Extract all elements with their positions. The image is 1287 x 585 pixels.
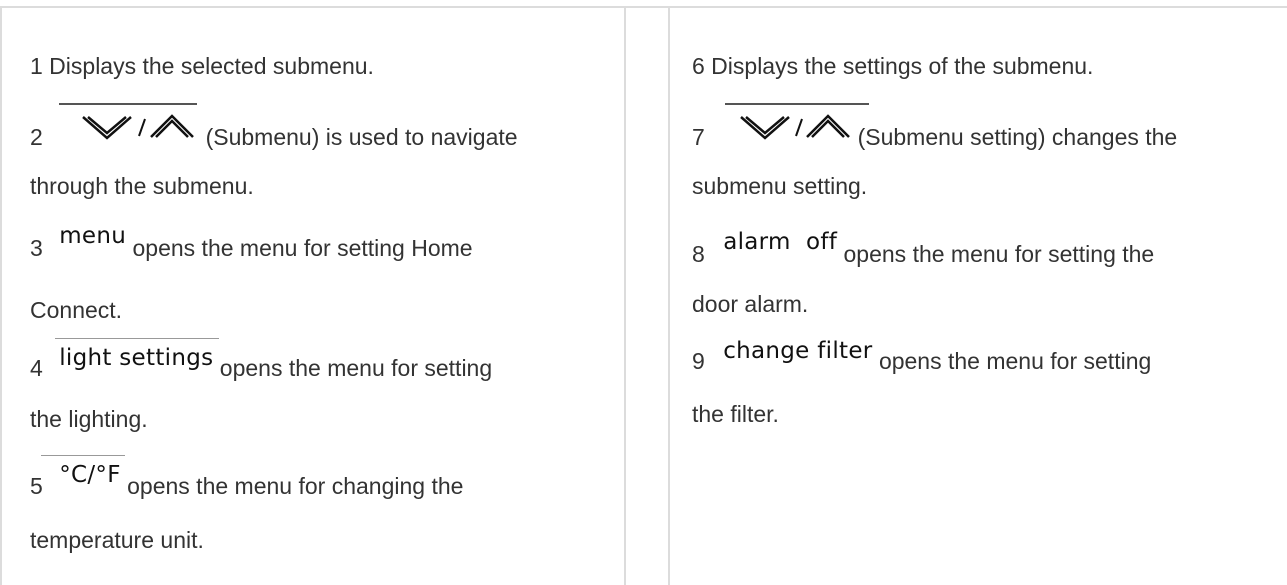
item-7-number: 7 (692, 124, 705, 150)
item-2-number: 2 (30, 124, 43, 150)
chevron-down-up-icon (715, 103, 870, 143)
item-9-text: opens the menu for setting (878, 348, 1152, 374)
light-settings-key-label: light settings (59, 345, 214, 371)
item-8: 8 alarm off opens the menu for setting t… (692, 229, 1154, 267)
item-2: 2 (Submenu) is used to navigate (30, 103, 518, 150)
item-2-text: (Submenu) is used to navigate (205, 124, 518, 150)
column-divider-left (624, 6, 626, 585)
column-divider-right (668, 6, 670, 585)
item-8-number: 8 (692, 241, 705, 267)
menu-key-label: menu (59, 223, 127, 249)
item-5-text: opens the menu for changing the (127, 473, 464, 499)
item-9-line2: the filter. (692, 401, 779, 427)
item-4-text: opens the menu for setting (219, 355, 493, 381)
item-5: 5 °C/°F opens the menu for changing the (30, 455, 463, 499)
item-3: 3 menu opens the menu for setting Home (30, 223, 473, 261)
item-8-text: opens the menu for setting the (843, 241, 1155, 267)
item-4: 4 light settings opens the menu for sett… (30, 338, 492, 381)
item-4-number: 4 (30, 355, 43, 381)
light-settings-key: light settings (55, 338, 220, 372)
item-5-number: 5 (30, 473, 43, 499)
item-7-line2: submenu setting. (692, 173, 868, 199)
item-5-line2: temperature unit. (30, 527, 204, 553)
chevron-down-up-icon (55, 103, 199, 143)
temperature-unit-key: °C/°F (41, 455, 125, 489)
item-2-line2: through the submenu. (30, 173, 254, 199)
item-3-line2: Connect. (30, 297, 123, 323)
item-3-number: 3 (30, 235, 43, 261)
item-1: 1 Displays the selected submenu. (30, 53, 374, 79)
item-6: 6 Displays the settings of the submenu. (692, 53, 1094, 79)
table-left-border (0, 6, 2, 585)
item-9-number: 9 (692, 348, 705, 374)
item-7-text: (Submenu setting) changes the (857, 124, 1178, 150)
table-top-border (0, 6, 1287, 8)
item-8-line2: door alarm. (692, 291, 809, 317)
item-4-line2: the lighting. (30, 406, 148, 432)
item-7: 7 (Submenu setting) changes the (692, 103, 1177, 150)
temperature-unit-key-label: °C/°F (59, 462, 121, 488)
change-filter-key-label: change filter (723, 338, 873, 364)
alarm-off-key-label: alarm off (723, 229, 838, 255)
item-9: 9 change filter opens the menu for setti… (692, 338, 1151, 374)
item-3-text: opens the menu for setting Home (132, 235, 473, 261)
